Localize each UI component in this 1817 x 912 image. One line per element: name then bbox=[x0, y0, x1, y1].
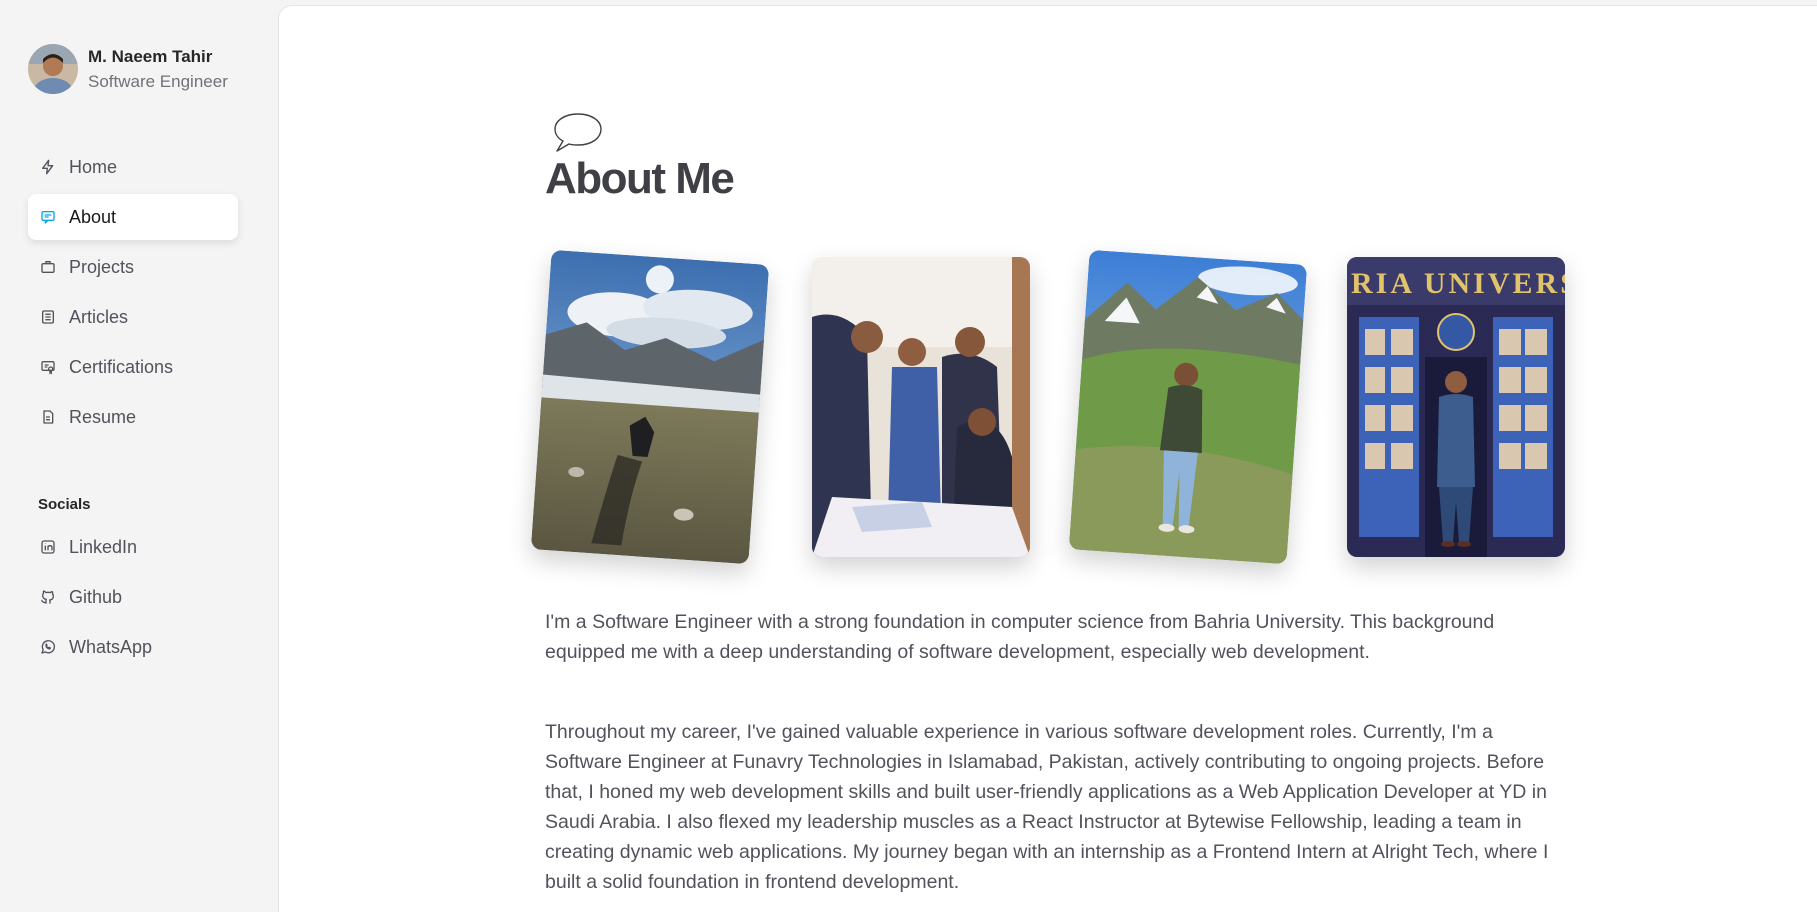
page-title: About Me bbox=[545, 154, 735, 203]
mountain-meadow-photo bbox=[1068, 249, 1308, 565]
chat-icon bbox=[39, 208, 57, 226]
nav-item-projects[interactable]: Projects bbox=[28, 244, 238, 290]
social-whatsapp[interactable]: WhatsApp bbox=[28, 624, 238, 670]
nav-item-certifications[interactable]: Certifications bbox=[28, 344, 238, 390]
file-icon bbox=[39, 408, 57, 426]
banner-text: RIA UNIVERS bbox=[1351, 267, 1565, 300]
profile[interactable]: M. Naeem Tahir Software Engineer bbox=[28, 44, 228, 94]
avatar bbox=[28, 44, 78, 94]
socials-nav: LinkedIn Github WhatsApp bbox=[28, 524, 238, 674]
sidebar: M. Naeem Tahir Software Engineer Home Ab… bbox=[0, 0, 278, 912]
about-paragraph-1: I'm a Software Engineer with a strong fo… bbox=[545, 611, 1495, 663]
nav-label-projects: Projects bbox=[69, 256, 135, 277]
profile-name: M. Naeem Tahir bbox=[88, 46, 213, 66]
about-paragraph-2: Throughout my career, I've gained valuab… bbox=[545, 721, 1549, 893]
social-label-linkedin: LinkedIn bbox=[69, 536, 138, 557]
nav-label-certifications: Certifications bbox=[69, 356, 174, 377]
nav-item-articles[interactable]: Articles bbox=[28, 294, 238, 340]
nav-label-about: About bbox=[69, 206, 117, 227]
briefcase-icon bbox=[39, 258, 57, 276]
main-content: About Me RIA UNIVERS I'm a Software Engi… bbox=[278, 5, 1817, 912]
nav-item-resume[interactable]: Resume bbox=[28, 394, 238, 440]
certificate-icon bbox=[39, 358, 57, 376]
nav-label-articles: Articles bbox=[69, 306, 129, 327]
github-icon bbox=[39, 588, 57, 606]
signing-event-photo bbox=[812, 257, 1030, 557]
social-label-github: Github bbox=[69, 586, 123, 607]
social-github[interactable]: Github bbox=[28, 574, 238, 620]
nav-label-resume: Resume bbox=[69, 406, 137, 427]
social-label-whatsapp: WhatsApp bbox=[69, 636, 153, 657]
nav-label-home: Home bbox=[69, 156, 118, 177]
document-list-icon bbox=[39, 308, 57, 326]
speech-bubble-icon bbox=[551, 112, 605, 159]
mountain-lake-photo bbox=[530, 249, 770, 565]
linkedin-icon bbox=[39, 538, 57, 556]
main-nav: Home About Projects Articles Certificati… bbox=[28, 144, 238, 444]
socials-heading: Socials bbox=[38, 496, 91, 513]
nav-item-about[interactable]: About bbox=[28, 194, 238, 240]
social-linkedin[interactable]: LinkedIn bbox=[28, 524, 238, 570]
nav-item-home[interactable]: Home bbox=[28, 144, 238, 190]
bolt-icon bbox=[39, 158, 57, 176]
whatsapp-icon bbox=[39, 638, 57, 656]
university-photo: RIA UNIVERS bbox=[1347, 257, 1565, 557]
profile-role: Software Engineer bbox=[88, 71, 228, 91]
